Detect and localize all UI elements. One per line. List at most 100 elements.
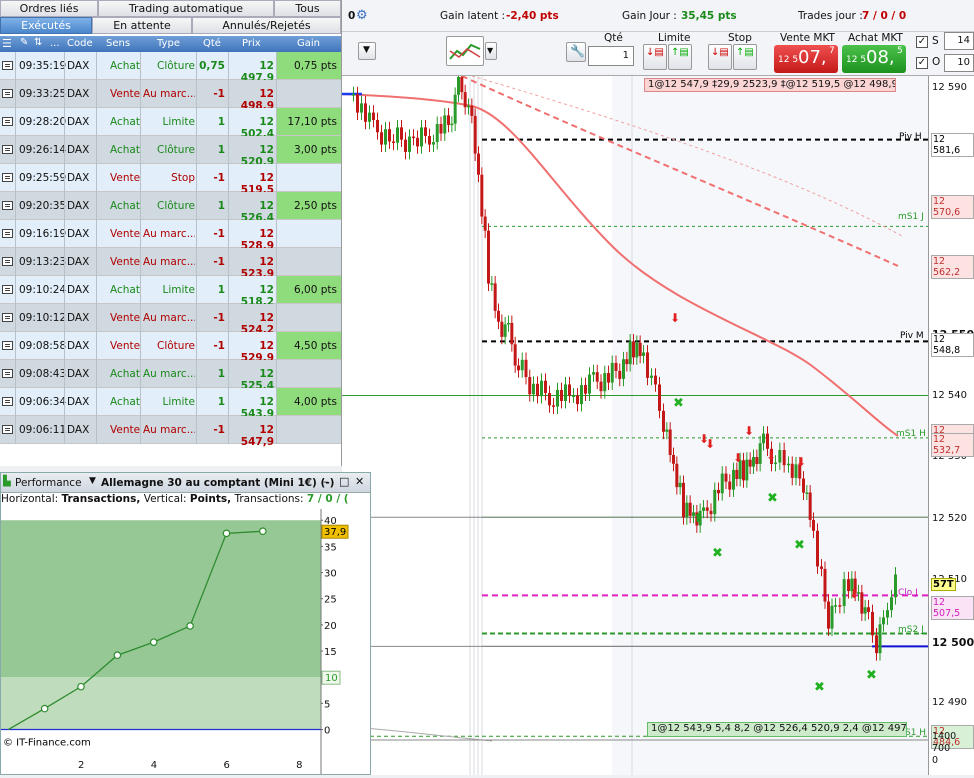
tab-linked-orders[interactable]: Ordres liés xyxy=(0,0,98,17)
maximize-icon[interactable]: □ xyxy=(339,475,349,488)
column-gain[interactable]: Gain xyxy=(297,38,320,49)
column-type[interactable]: Type xyxy=(157,38,180,49)
sell-market-button[interactable]: 12 5 07, 7 xyxy=(774,45,838,73)
table-row[interactable]: 09:06:11 DAX Vente Au marc... -1 12 547,9 xyxy=(0,416,341,448)
stop-sell-button[interactable]: ↓▤ xyxy=(708,44,732,70)
candle-body xyxy=(867,607,870,612)
performance-chart[interactable]: 0510152025303540246837,910© IT-Finance.c… xyxy=(1,509,370,774)
gear-icon[interactable]: ⚙ xyxy=(356,8,368,23)
tab-all[interactable]: Tous xyxy=(274,0,341,17)
table-row[interactable]: 09:35:19 DAX Achat Clôture 0,75 12 497,9 0,75 … xyxy=(0,52,341,84)
row-icon[interactable] xyxy=(2,425,13,434)
chart-tools-dropdown[interactable]: ▼ xyxy=(485,42,497,60)
row-icon[interactable] xyxy=(2,313,13,322)
row-icon[interactable] xyxy=(2,145,13,154)
table-row[interactable]: 09:33:25 DAX Vente Au marc... -1 12 498,9 xyxy=(0,80,341,112)
wrench-icon[interactable]: ✎ xyxy=(20,37,28,48)
row-icon[interactable] xyxy=(2,61,13,70)
table-row[interactable]: 09:16:19 DAX Vente Au marc... -1 12 528,9 xyxy=(0,220,341,252)
column-qty[interactable]: Qté xyxy=(203,38,221,49)
vertical-value: Points, xyxy=(189,493,232,505)
table-row[interactable]: 09:08:43 DAX Achat Au marc... 1 12 525,4 xyxy=(0,360,341,392)
s-checkbox[interactable]: ✓ xyxy=(916,36,928,48)
candle-body xyxy=(524,359,528,378)
minimize-icon[interactable]: – xyxy=(323,475,329,488)
candle-body xyxy=(762,433,765,444)
candle-body xyxy=(463,92,467,108)
row-icon[interactable] xyxy=(2,173,13,182)
table-row[interactable]: 09:20:35 DAX Achat Clôture 1 12 526,4 2,50 pts xyxy=(0,192,341,224)
row-icon[interactable] xyxy=(2,89,13,98)
bottom-order-tags[interactable]: 1@12 543,9 5,4 8,2 @12 526,4 520,9 2,4 @… xyxy=(647,722,907,737)
table-row[interactable]: 09:10:12 DAX Vente Au marc... -1 12 524,2 xyxy=(0,304,341,336)
column-ellipsis[interactable]: ... xyxy=(50,38,60,49)
y-tick-label: 20 xyxy=(324,621,337,632)
o-label: O xyxy=(932,56,941,68)
candle-body xyxy=(787,463,790,466)
column-code[interactable]: Code xyxy=(67,38,93,49)
dropdown-button[interactable]: ▼ xyxy=(358,42,376,60)
level-label: Piv M xyxy=(900,331,924,341)
cell-qty: 0,75 xyxy=(199,60,225,72)
table-row[interactable]: 09:06:34 DAX Achat Limite 1 12 543,9 4,00 pts xyxy=(0,388,341,420)
close-icon[interactable]: ✕ xyxy=(355,475,364,488)
row-icon[interactable] xyxy=(2,229,13,238)
table-row[interactable]: 09:28:20 DAX Achat Limite 1 12 502,4 17,10 pts xyxy=(0,108,341,140)
qty-input[interactable]: 1 xyxy=(588,46,634,66)
wrench-icon[interactable]: 🔧 xyxy=(566,42,586,62)
stop-buy-button[interactable]: ↑▤ xyxy=(733,44,757,70)
sort-icon[interactable]: ⇅ xyxy=(34,37,42,48)
volume-tick: 1400 xyxy=(932,731,957,742)
row-icon[interactable] xyxy=(2,201,13,210)
list-icon[interactable]: ☰ xyxy=(2,37,12,50)
table-row[interactable]: 09:26:14 DAX Achat Clôture 1 12 520,9 3,00 pts xyxy=(0,136,341,168)
cell-type: Clôture xyxy=(157,144,195,156)
row-icon[interactable] xyxy=(2,117,13,126)
tab-cancelled[interactable]: Annulés/Rejetés xyxy=(192,17,341,34)
buy-market-button[interactable]: 12 5 08, 5 xyxy=(842,45,906,73)
tab-executed[interactable]: Exécutés xyxy=(0,17,92,34)
cell-code: DAX xyxy=(67,228,90,240)
row-icon[interactable] xyxy=(2,257,13,266)
row-icon[interactable] xyxy=(2,341,13,350)
row-icon[interactable] xyxy=(2,397,13,406)
buy-price-sup: 5 xyxy=(897,46,903,56)
cell-time: 09:33:25 xyxy=(19,88,67,100)
limit-sell-button[interactable]: ↓▤ xyxy=(643,44,667,70)
candle-body xyxy=(447,115,450,125)
top-order-tags[interactable]: 1@12 547,9 ‡29,9 2523,9 ‡@12 519,5 @12 4… xyxy=(644,78,896,92)
candle-body xyxy=(572,395,575,397)
row-icon[interactable] xyxy=(2,285,13,294)
table-row[interactable]: 09:10:24 DAX Achat Limite 1 12 518,2 6,00 pts xyxy=(0,276,341,308)
price-chart[interactable]: Piv HmS1 J Piv MmS1 H Clo JmS2 J S1 H ⬇ ⬇ ⬇ ⬇ ⬇ ⬇… xyxy=(341,69,928,775)
table-row[interactable]: 09:25:59 DAX Vente Stop -1 12 519,5 xyxy=(0,164,341,196)
cell-qty: -1 xyxy=(213,228,225,240)
column-price[interactable]: Prix xyxy=(242,38,261,49)
tab-auto-trading[interactable]: Trading automatique xyxy=(98,0,274,17)
candle-body xyxy=(705,507,709,511)
table-row[interactable]: 09:13:23 DAX Vente Au marc... -1 12 523,9 xyxy=(0,248,341,280)
s-input[interactable]: 14 xyxy=(944,32,974,50)
candle-body xyxy=(532,383,535,395)
candle-body xyxy=(654,375,657,385)
candle-body xyxy=(871,611,874,636)
limit-buy-button[interactable]: ↑▤ xyxy=(668,44,692,70)
o-input[interactable]: 10 xyxy=(944,54,974,72)
candle-body xyxy=(408,136,411,152)
chart-tools-icon[interactable] xyxy=(446,36,484,66)
o-checkbox[interactable]: ✓ xyxy=(916,57,928,69)
latent-gain-label: Gain latent : xyxy=(440,10,506,22)
row-icon[interactable] xyxy=(2,369,13,378)
column-sens[interactable]: Sens xyxy=(106,38,130,49)
price-axis[interactable]: 12 59012 58012 57012 56012 55012 54012 5… xyxy=(928,76,974,775)
instrument-title[interactable]: Allemagne 30 au comptant (Mini 1€) (-) xyxy=(101,477,334,489)
price-chart-canvas[interactable]: Piv HmS1 JPiv MmS1 HClo JmS2 JS1 H⬇⬇⬇⬇⬇⬇… xyxy=(341,69,928,775)
cell-sens: Achat xyxy=(110,200,140,212)
candle-body xyxy=(599,381,603,392)
cell-time: 09:20:35 xyxy=(19,200,67,212)
table-row[interactable]: 09:08:58 DAX Vente Clôture -1 12 529,9 4,50 pt… xyxy=(0,332,341,364)
instrument-dropdown-icon[interactable]: ▼ xyxy=(89,476,96,486)
tab-pending[interactable]: En attente xyxy=(92,17,192,34)
exit-cross-icon: ✖ xyxy=(712,546,723,561)
qty-label: Qté xyxy=(604,32,623,44)
